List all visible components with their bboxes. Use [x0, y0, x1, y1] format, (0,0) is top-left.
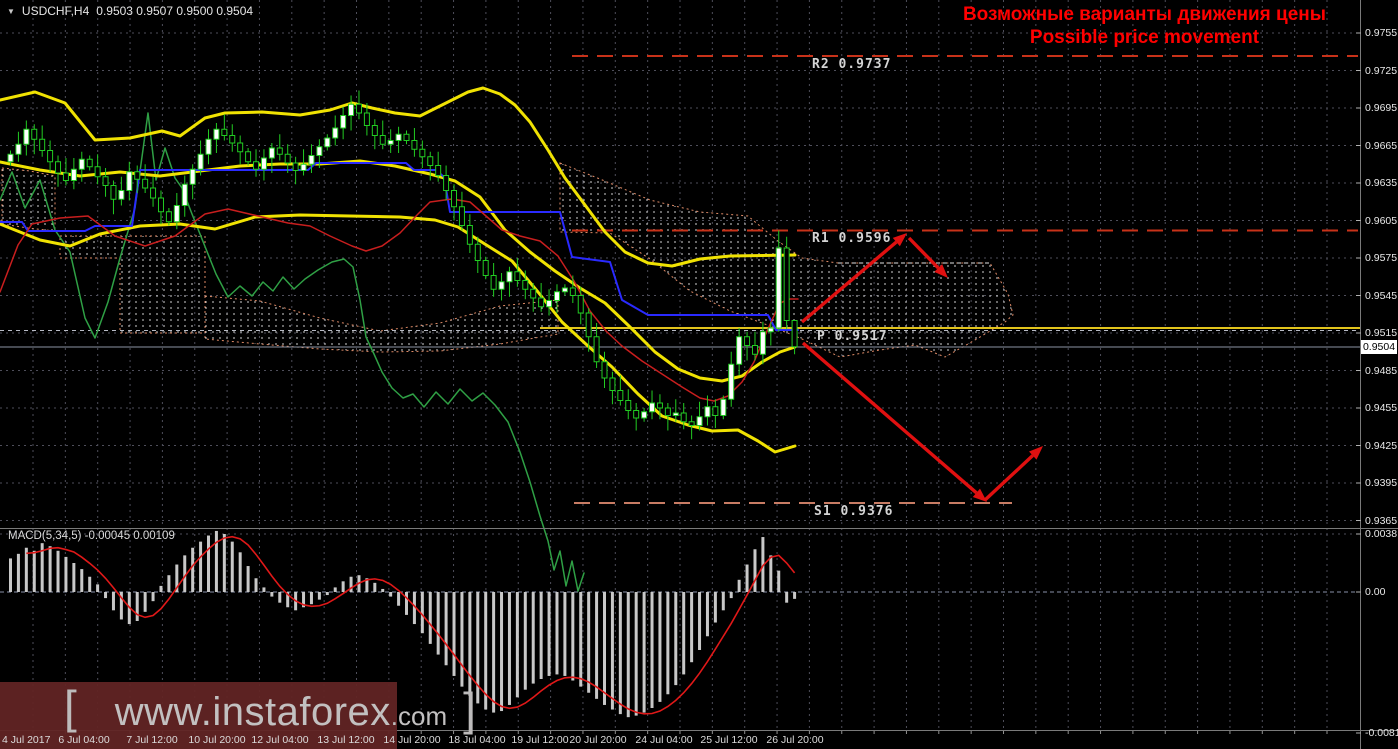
time-tick-label: 13 Jul 12:00 [317, 734, 375, 746]
price-tick-label: 0.9395 [1365, 477, 1398, 489]
time-tick-label: 7 Jul 12:00 [126, 734, 178, 746]
level-label-p: P 0.9517 [817, 329, 888, 344]
price-tick-label: 0.9695 [1365, 102, 1398, 114]
annotation-line-en: Possible price movement [1029, 27, 1260, 48]
price-tick-label: 0.9575 [1365, 252, 1398, 264]
chikou-span-line [0, 112, 585, 592]
watermark-tld: .com [390, 701, 448, 731]
price-tick-label: 0.9605 [1365, 214, 1398, 227]
annotation-line-ru: Возможные варианты движения цены [962, 4, 1326, 25]
chart-canvas[interactable] [0, 0, 1398, 749]
price-tick-label: 0.9485 [1365, 364, 1398, 377]
time-tick-label: 25 Jul 12:00 [700, 734, 758, 746]
time-tick-label: 20 Jul 20:00 [569, 734, 627, 746]
price-tick-label: 0.9365 [1365, 514, 1398, 527]
symbol-period-label: USDCHF,H4 [21, 4, 90, 18]
time-tick-label: 24 Jul 04:00 [635, 734, 693, 746]
price-tick-label: 0.9425 [1365, 439, 1398, 452]
time-tick-label: 10 Jul 20:00 [188, 734, 246, 746]
price-tick-label: 0.9635 [1365, 177, 1398, 189]
watermark-bracket-right: ] [463, 683, 476, 735]
time-tick-label: 6 Jul 04:00 [58, 734, 110, 746]
level-label-s1: S1 0.9376 [814, 504, 894, 519]
price-tick-label: 0.9665 [1365, 139, 1398, 152]
time-tick-label: 19 Jul 12:00 [511, 734, 569, 746]
time-tick-label: 4 Jul 2017 [2, 734, 51, 746]
time-tick-label: 12 Jul 04:00 [251, 734, 309, 746]
macd-tick-label: -0.00817 [1365, 727, 1398, 739]
current-price-tag: 0.9504 [1361, 340, 1397, 354]
macd-indicator-label: MACD(5,34,5) -0.00045 0.00109 [8, 530, 175, 542]
analyst-annotation: Возможные варианты движения цены Possibl… [963, 3, 1326, 49]
level-label-r2: R2 0.9737 [812, 57, 892, 72]
macd-tick-label: 0.0038 [1365, 528, 1398, 540]
price-tick-label: 0.9455 [1365, 402, 1398, 414]
price-tick-label: 0.9545 [1365, 289, 1398, 302]
watermark-domain: www.instaforex [114, 690, 391, 734]
ohlc-quote-label: 0.9503 0.9507 0.9500 0.9504 [96, 4, 254, 18]
chart-title: ▼ USDCHF,H4 0.9503 0.9507 0.9500 0.9504 [7, 4, 253, 18]
macd-tick-label: 0.00 [1365, 586, 1386, 598]
price-tick-label: 0.9755 [1365, 27, 1398, 39]
time-tick-label: 18 Jul 04:00 [448, 734, 506, 746]
time-tick-label: 14 Jul 20:00 [383, 734, 441, 746]
price-tick-label: 0.9515 [1365, 327, 1398, 339]
chart-window: ▼ USDCHF,H4 0.9503 0.9507 0.9500 0.9504 … [0, 0, 1398, 749]
watermark-bracket-left: [ [64, 681, 77, 733]
grid [0, 0, 1360, 730]
level-label-r1: R1 0.9596 [812, 231, 892, 246]
symbol-dropdown-icon[interactable]: ▼ [7, 7, 15, 16]
price-tick-label: 0.9725 [1365, 64, 1398, 77]
time-tick-label: 26 Jul 20:00 [766, 734, 824, 746]
